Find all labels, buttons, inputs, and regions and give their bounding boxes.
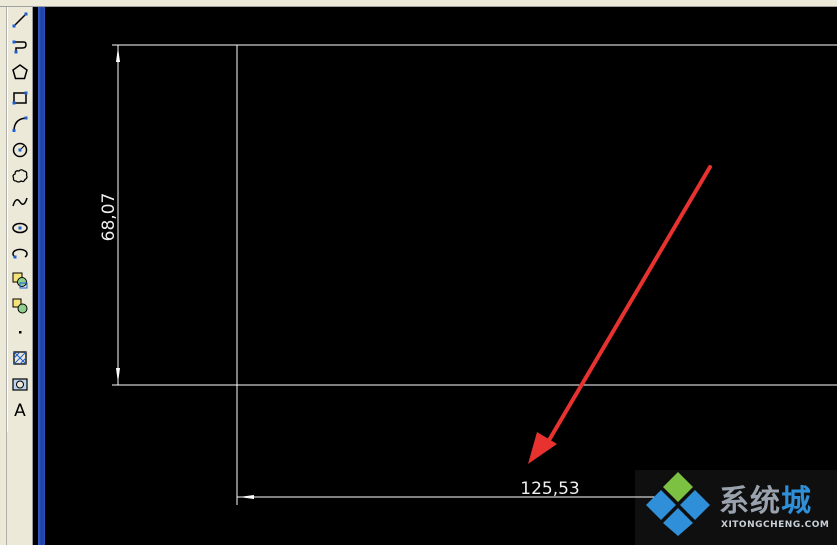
dim-arrow-bottom [116,368,120,383]
hatch-tool-button[interactable] [9,347,31,369]
polyline-tool-button[interactable] [9,35,31,57]
line-tool-button[interactable] [9,9,31,31]
region-tool-icon [12,378,28,391]
arc-tool-icon [12,116,28,132]
ellipse-tool-icon [12,222,28,234]
insert-block-tool-button[interactable] [9,269,31,291]
make-block-tool-icon [12,298,28,314]
make-block-tool-button[interactable] [9,295,31,317]
multiline-text-tool-button[interactable]: A [9,400,31,422]
rectangle-tool-button[interactable] [9,87,31,109]
watermark-logo-icon [646,472,710,536]
toolbar-dock-area [7,432,33,545]
top-menu-strip [0,0,837,7]
dim-arrow-left [239,495,254,499]
vertical-dimension-text: 68,07 [99,193,119,242]
revision-cloud-tool-icon [12,169,28,183]
multiline-text-tool-icon: A [14,400,26,421]
horizontal-dimension-text: 125,53 [520,479,579,499]
polygon-tool-icon [12,64,28,80]
ellipse-arc-tool-button[interactable] [9,243,31,265]
ellipse-arc-tool-icon [12,248,28,259]
point-tool-button[interactable] [9,321,31,343]
spline-tool-button[interactable] [9,191,31,213]
polyline-tool-icon [12,40,27,54]
left-window-edge [0,7,7,545]
polygon-tool-button[interactable] [9,61,31,83]
hatch-tool-icon [13,351,27,365]
region-tool-button[interactable] [9,373,31,395]
circle-tool-icon [12,142,28,158]
draw-toolbar: A [7,7,33,432]
insert-block-tool-icon [12,272,28,289]
watermark-english-text: XITONGCHENG.COM [721,520,830,530]
site-watermark: 系统城 XITONGCHENG.COM [635,458,837,545]
dim-arrow-top [116,47,120,62]
revision-cloud-tool-button[interactable] [9,165,31,187]
arc-tool-button[interactable] [9,113,31,135]
line-tool-icon [12,12,28,28]
ellipse-tool-button[interactable] [9,217,31,239]
rectangle-tool-icon [12,91,28,105]
spline-tool-icon [12,197,28,207]
watermark-chinese-text: 系统城 [719,484,812,519]
point-tool-icon [19,331,22,334]
red-arrow-shaft [543,165,712,449]
circle-tool-button[interactable] [9,139,31,161]
canvas-border [38,7,45,545]
